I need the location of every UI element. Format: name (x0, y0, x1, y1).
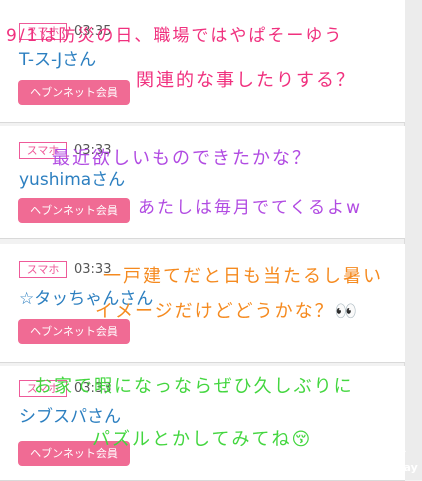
scroll-edge (404, 0, 422, 480)
post-card: スマホ 03:33 yushimaさん ヘブンネット会員 (0, 126, 405, 239)
overlay-text: イメージだけどどうかな？👀 (95, 301, 360, 322)
overlay-text: パズルとかしてみてね😚 (92, 429, 313, 450)
overlay-text: 9/1は防災の日、職場ではやぱそーゆう (6, 26, 344, 46)
overlay-text: 最近欲しいものできたかな？ (52, 148, 312, 169)
overlay-text: 関連的な事したりする？ (136, 70, 356, 91)
device-badge: スマホ (19, 261, 67, 278)
member-button[interactable]: ヘブンネット会員 (18, 198, 130, 223)
overlay-text: あたしは毎月でてくるよw (138, 198, 363, 218)
play-icon (374, 426, 406, 452)
poster-name[interactable]: yushimaさん (19, 169, 125, 191)
overlay-text: お家で暇になっならぜひ久しぶりに (34, 376, 354, 397)
post-card: スマホ 03:35 T-ス-Jさん ヘブンネット会員 (0, 0, 405, 123)
member-button[interactable]: ヘブンネット会員 (18, 80, 130, 105)
poster-name[interactable]: T-ス-Jさん (19, 49, 96, 71)
watermark-label: PingPlay (364, 461, 418, 474)
overlay-text: 一戸建てだと日も当たるし暑い (103, 266, 383, 287)
pingplay-watermark: PingPlay (360, 418, 422, 480)
